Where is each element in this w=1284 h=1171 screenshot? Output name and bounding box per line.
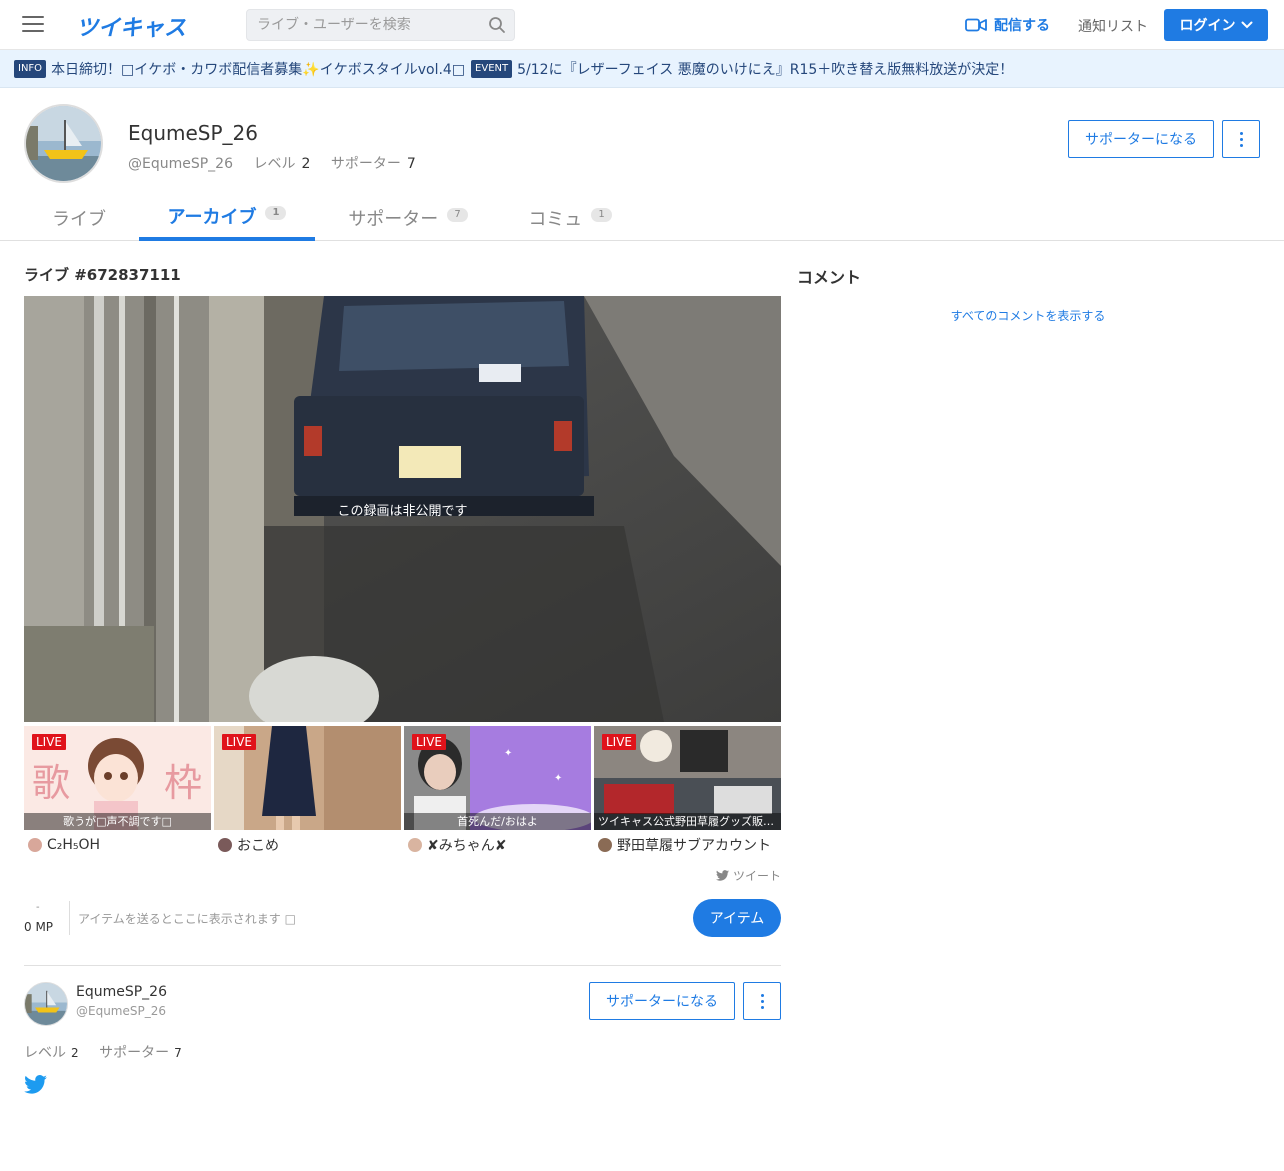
svg-text:歌: 歌 (32, 761, 70, 805)
tab-supporters[interactable]: サポーター 7 (325, 195, 491, 241)
live-user: C₂H₅OH (28, 836, 100, 854)
live-user-name: C₂H₅OH (47, 837, 101, 853)
user-avatar (408, 838, 422, 852)
live-user-name: おこめ (237, 838, 279, 854)
broadcast-button[interactable]: 配信する (965, 15, 1050, 35)
tweet-label: ツイート (733, 869, 782, 883)
show-all-comments-link[interactable]: すべてのコメントを表示する (797, 307, 1259, 324)
announcement-bar: INFO 本日締切！□イケボ・カワボ配信者募集✨イケボスタイルvol.4□ EV… (0, 50, 1284, 88)
user-avatar (598, 838, 612, 852)
live-thumbnail-card[interactable]: LIVE ツイキャス公式野田草履グッズ販売… 野田草履サブアカウント (594, 726, 781, 856)
more-options-icon[interactable] (1222, 120, 1260, 158)
tab-community[interactable]: コミュ 1 (505, 195, 635, 241)
twitter-icon[interactable] (24, 1075, 47, 1094)
tab-live[interactable]: ライブ (24, 195, 134, 241)
level-value: 2 (71, 1046, 79, 1060)
svg-text:✦: ✦ (504, 748, 512, 759)
avatar-image (26, 106, 101, 181)
tab-count-badge: 7 (447, 208, 468, 222)
level-value: 2 (301, 156, 311, 172)
live-badge: LIVE (412, 734, 447, 750)
live-thumbnail-card[interactable]: 歌 枠 LIVE 歌うが□声不調です□ C₂H₅OH (24, 726, 211, 856)
site-logo[interactable]: ツイキャス (76, 10, 186, 42)
login-button[interactable]: ログイン (1164, 9, 1268, 41)
recommended-lives: 歌 枠 LIVE 歌うが□声不調です□ C₂H₅OH LIVE おこめ ✦ ✦ … (24, 726, 781, 856)
supporter-count: 7 (406, 156, 416, 172)
tweet-button[interactable]: ツイート (716, 867, 781, 884)
user-avatar (28, 838, 42, 852)
twitter-bird-icon (716, 870, 729, 881)
become-supporter-button[interactable]: サポーターになる (589, 982, 735, 1020)
live-title: ライブ #672837111 (24, 266, 181, 284)
avatar-image (25, 983, 67, 1025)
login-label: ログイン (1179, 18, 1236, 34)
more-options-icon[interactable] (743, 982, 781, 1020)
video-player[interactable]: この録画は非公開です (24, 296, 781, 722)
announcement-link[interactable]: 5/12に『レザーフェイス 悪魔のいけにえ』R15＋吹き替え版無料放送が決定！ (517, 59, 1013, 79)
supporter-count: 7 (174, 1046, 182, 1060)
level-label: レベル (24, 1045, 66, 1061)
search-input[interactable] (247, 10, 477, 40)
live-user: おこめ (218, 836, 279, 854)
level-label: レベル (253, 156, 296, 172)
info-badge: INFO (14, 59, 47, 78)
announcement-link[interactable]: 本日締切！□イケボ・カワボ配信者募集✨イケボスタイルvol.4□ (51, 59, 465, 79)
profile-tabs: ライブ アーカイブ 1 サポーター 7 コミュ 1 (0, 195, 1284, 241)
live-badge: LIVE (222, 734, 257, 750)
avatar[interactable] (24, 104, 103, 183)
svg-text:枠: 枠 (164, 761, 202, 805)
supporter-label: サポーター (99, 1045, 170, 1061)
item-button[interactable]: アイテム (693, 899, 781, 937)
svg-text:✦: ✦ (554, 773, 562, 784)
profile-name: EqumeSP_26 (128, 121, 258, 145)
search-box (246, 9, 515, 41)
tab-label: コミュ (528, 209, 583, 230)
tab-label: ライブ (52, 209, 106, 230)
mp-dash: - (36, 902, 40, 913)
broadcaster-meta: レベル 2 サポーター 7 (24, 1042, 198, 1062)
broadcaster-handle: @EqumeSP_26 (76, 1004, 166, 1018)
live-user-name: 野田草履サブアカウント (617, 838, 771, 854)
divider (24, 965, 781, 966)
chevron-down-icon (1241, 21, 1252, 29)
search-icon[interactable] (488, 16, 506, 34)
live-caption: 歌うが□声不調です□ (24, 813, 211, 830)
tab-count-badge: 1 (265, 206, 287, 220)
live-badge: LIVE (32, 734, 67, 750)
user-avatar (218, 838, 232, 852)
profile-meta: @EqumeSP_26 レベル 2 サポーター 7 (128, 153, 432, 173)
tab-label: サポーター (348, 209, 439, 230)
mp-value: 0 MP (24, 920, 54, 934)
live-user: 野田草履サブアカウント (598, 836, 771, 854)
comment-heading: コメント (797, 268, 862, 287)
divider (69, 901, 70, 935)
private-recording-message: この録画は非公開です (337, 503, 468, 519)
event-badge: EVENT (471, 59, 513, 78)
item-hint: アイテムを送るとここに表示されます □ (78, 912, 296, 926)
tab-count-badge: 1 (591, 208, 612, 222)
notification-list-link[interactable]: 通知リスト (1078, 16, 1148, 36)
live-caption: 首死んだ/おはよ (404, 813, 591, 830)
live-badge: LIVE (602, 734, 637, 750)
video-camera-icon (965, 18, 987, 32)
live-user: ✘みちゃん✘ (408, 836, 506, 854)
live-caption: ツイキャス公式野田草履グッズ販売… (594, 813, 781, 830)
profile-handle: @EqumeSP_26 (128, 156, 233, 172)
tab-label: アーカイブ (167, 207, 257, 228)
menu-icon[interactable] (22, 15, 44, 33)
live-user-name: ✘みちゃん✘ (427, 838, 507, 854)
top-navbar: ツイキャス 配信する 通知リスト ログイン (0, 0, 1284, 50)
live-thumbnail-card[interactable]: LIVE おこめ (214, 726, 401, 856)
live-thumbnail-card[interactable]: ✦ ✦ LIVE 首死んだ/おはよ ✘みちゃん✘ (404, 726, 591, 856)
become-supporter-button[interactable]: サポーターになる (1068, 120, 1214, 158)
supporter-label: サポーター (330, 156, 401, 172)
broadcaster-name[interactable]: EqumeSP_26 (76, 984, 167, 1000)
tab-archive[interactable]: アーカイブ 1 (139, 195, 315, 241)
broadcast-label: 配信する (994, 18, 1050, 34)
avatar[interactable] (24, 982, 68, 1026)
